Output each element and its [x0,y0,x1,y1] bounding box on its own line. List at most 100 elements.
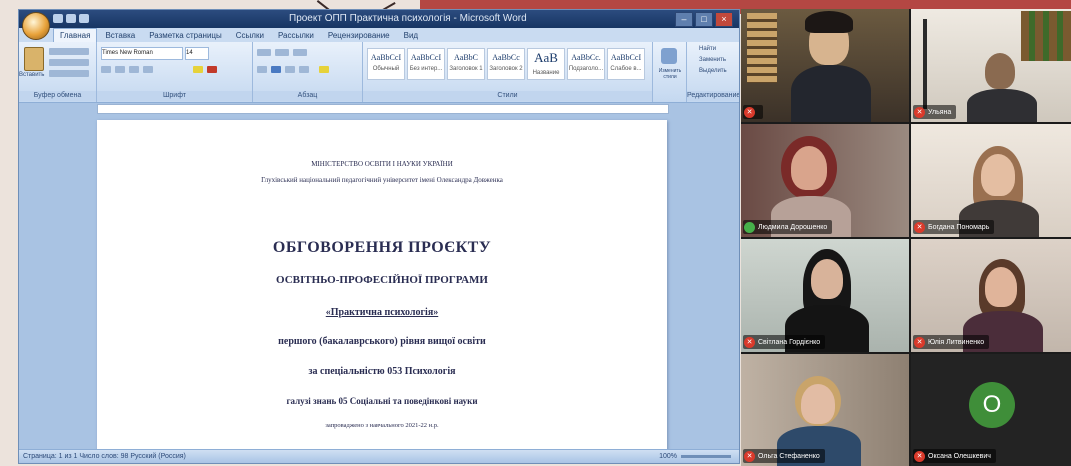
font-name-select[interactable]: Times New Roman [101,47,183,60]
tab-insert[interactable]: Вставка [99,29,141,42]
tab-view[interactable]: Вид [398,29,424,42]
group-label: Буфер обмена [19,91,96,101]
date-line: запроваджено з навчального 2021-22 н.р. [325,422,439,429]
ribbon: Вставить Буфер обмена Times New Roman 14… [19,42,739,103]
style-normal[interactable]: AaBbCcI Обычный [367,48,405,80]
tab-home[interactable]: Главная [53,28,98,42]
styles-group: AaBbCcI Обычный AaBbCcI Без интер... AaBbC… [363,42,653,102]
name-tag: ✕ Юлія Литвиненко [913,335,990,349]
participant-face [811,259,843,299]
change-styles-group: Изменить стили [653,42,687,102]
name-tag: ✕ Оксана Олешкевич [913,449,996,463]
group-label: Стили [363,91,652,101]
paragraph-group: Абзац [253,42,363,102]
participant-tile[interactable]: ✕ Ольга Стефаненко [741,354,909,466]
tab-mailings[interactable]: Рассылки [272,29,320,42]
font-size-select[interactable]: 14 [185,47,209,60]
paste-icon[interactable] [24,47,44,71]
horizontal-ruler[interactable] [97,104,669,114]
justify-icon[interactable] [299,66,309,73]
multilevel-list-icon[interactable] [293,49,307,56]
strikethrough-icon[interactable] [143,66,153,73]
participant-face [801,384,835,424]
bold-icon[interactable] [101,66,111,73]
participant-tile[interactable]: ✕ Ульяна [911,9,1071,122]
shading-icon[interactable] [319,66,329,73]
redo-icon[interactable] [79,14,89,23]
participant-tile[interactable]: ✕ Юлія Литвиненко [911,239,1071,352]
format-painter-icon[interactable] [49,70,89,77]
style-no-spacing[interactable]: AaBbCcI Без интер... [407,48,445,80]
name-tag: ✕ Ольга Стефаненко [743,449,825,463]
bullets-icon[interactable] [257,49,271,56]
paste-button[interactable]: Вставить [19,72,44,78]
find-button[interactable]: Найти [699,46,716,52]
style-heading-2[interactable]: AaBbCc Заголовок 2 [487,48,525,80]
align-left-icon[interactable] [257,66,267,73]
participant-body [791,65,871,122]
underline-icon[interactable] [129,66,139,73]
align-right-icon[interactable] [285,66,295,73]
tab-review[interactable]: Рецензирование [322,29,396,42]
select-button[interactable]: Выделить [699,68,727,74]
undo-icon[interactable] [66,14,76,23]
document-page[interactable]: МІНІСТЕРСТВО ОСВІТИ І НАУКИ УКРАЇНИ Глух… [97,120,667,460]
status-bar: Страница: 1 из 1 Число слов: 98 Русский … [19,449,739,463]
participant-hair [805,11,853,33]
style-subtle-emphasis[interactable]: AaBbCcI Слабое в... [607,48,645,80]
participant-body [967,89,1037,122]
status-info: Страница: 1 из 1 Число слов: 98 Русский … [23,453,186,460]
align-center-icon[interactable] [271,66,281,73]
tab-references[interactable]: Ссылки [230,29,270,42]
minimize-icon[interactable]: – [675,12,693,27]
close-icon[interactable]: × [715,12,733,27]
change-styles-button[interactable]: Изменить стили [654,68,686,80]
name-tag: ✕ Ульяна [913,105,957,119]
change-styles-icon[interactable] [661,48,677,64]
mic-off-icon: ✕ [744,106,755,118]
participant-tile[interactable]: ✕ Богдана Пономарь [911,124,1071,237]
maximize-icon[interactable]: □ [695,12,713,27]
style-title[interactable]: AaB Название [527,48,565,80]
document-area: МІНІСТЕРСТВО ОСВІТИ І НАУКИ УКРАЇНИ Глух… [19,104,739,460]
participant-face [985,267,1017,307]
save-icon[interactable] [53,14,63,23]
highlight-icon[interactable] [193,66,203,73]
group-label: Абзац [253,91,362,101]
mic-off-icon: ✕ [914,336,925,348]
participant-tile[interactable]: ✕ [741,9,909,122]
field-line: галузі знань 05 Соціальні та поведінкові… [286,396,478,406]
participant-tile[interactable]: ✕ Світлана Гордієнко [741,239,909,352]
participant-face [981,154,1015,196]
participant-tile[interactable]: Людмила Дорошенко [741,124,909,237]
italic-icon[interactable] [115,66,125,73]
document-title: ОБГОВОРЕННЯ ПРОЄКТУ [272,239,492,256]
office-button-icon[interactable] [22,12,50,40]
font-color-icon[interactable] [207,66,217,73]
lamp [923,19,927,109]
zoom-level: 100% [659,453,677,460]
name-tag: Людмила Дорошенко [743,220,833,234]
replace-button[interactable]: Заменить [699,57,726,63]
zoom-control[interactable]: 100% [659,450,731,463]
bookshelf [747,13,777,83]
shelf-plant [1021,11,1071,61]
mic-off-icon: ✕ [744,336,755,348]
copy-icon[interactable] [49,59,89,66]
ribbon-tabs: Главная Вставка Разметка страницы Ссылки… [19,28,739,42]
mic-off-icon: ✕ [744,450,755,462]
zoom-slider[interactable] [681,454,731,458]
participant-tile[interactable]: O ✕ Оксана Олешкевич [911,354,1071,466]
mic-on-icon [744,221,755,233]
style-heading-1[interactable]: AaBbC Заголовок 1 [447,48,485,80]
tab-page-layout[interactable]: Разметка страницы [143,29,228,42]
name-tag: ✕ Богдана Пономарь [913,220,995,234]
participant-face [791,146,827,190]
style-subtitle[interactable]: AaBbCc. Подзаголо... [567,48,605,80]
numbering-icon[interactable] [275,49,289,56]
mic-off-icon: ✕ [914,450,925,462]
cut-icon[interactable] [49,48,89,55]
quick-access-toolbar [53,14,89,23]
editing-group: Найти Заменить Выделить Редактирование [687,42,739,102]
avatar: O [969,382,1015,428]
